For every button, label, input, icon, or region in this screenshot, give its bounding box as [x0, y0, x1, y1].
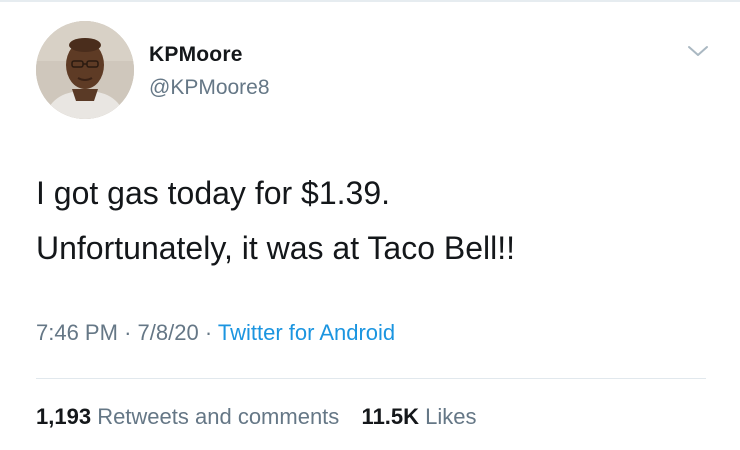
- meta-separator: ·: [124, 320, 132, 345]
- likes-label: Likes: [425, 404, 477, 429]
- user-handle[interactable]: @KPMoore8: [149, 76, 270, 100]
- tweet-source-link[interactable]: Twitter for Android: [218, 320, 395, 345]
- tweet-line: Unfortunately, it was at Taco Bell!!: [36, 230, 516, 266]
- tweet-text: I got gas today for $1.39. Unfortunately…: [36, 166, 706, 276]
- tweet-meta: 7:46 PM · 7/8/20 · Twitter for Android: [36, 320, 395, 346]
- tweet-time[interactable]: 7:46 PM: [36, 320, 118, 345]
- meta-separator: ·: [204, 320, 213, 345]
- profile-photo-icon: [36, 21, 134, 119]
- chevron-down-icon[interactable]: [686, 42, 710, 60]
- likes-stat[interactable]: 11.5K Likes: [362, 404, 477, 429]
- retweets-count: 1,193: [36, 404, 92, 429]
- display-name[interactable]: KPMoore: [149, 43, 243, 67]
- retweets-label: Retweets and comments: [97, 404, 340, 429]
- stats-divider: [36, 378, 706, 379]
- tweet-stats: 1,193 Retweets and comments 11.5K Likes: [36, 404, 477, 430]
- retweets-stat[interactable]: 1,193 Retweets and comments: [36, 404, 345, 429]
- avatar[interactable]: [36, 21, 134, 119]
- tweet-date[interactable]: 7/8/20: [138, 320, 199, 345]
- top-divider: [0, 0, 740, 2]
- tweet-line: I got gas today for $1.39.: [36, 175, 391, 211]
- likes-count: 11.5K: [361, 404, 420, 429]
